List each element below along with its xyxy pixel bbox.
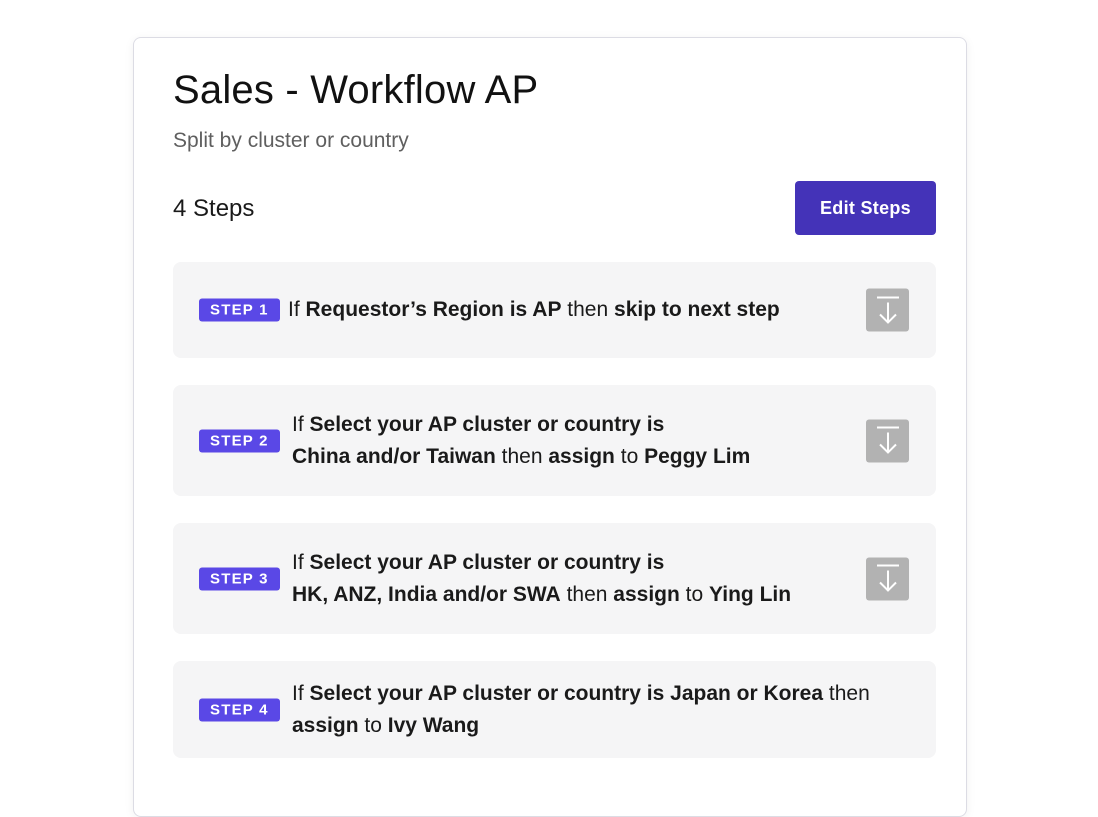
step-rule-text: If Select your AP cluster or country is … [292, 681, 870, 737]
step-badge: STEP 2 [199, 429, 280, 452]
page-subtitle: Split by cluster or country [173, 129, 409, 152]
workflow-step-4: STEP 4 If Select your AP cluster or coun… [173, 661, 936, 758]
workflow-step-2: STEP 2 If Select your AP cluster or coun… [173, 385, 936, 496]
step-rule-text: If Select your AP cluster or country is … [292, 550, 792, 606]
edit-steps-button[interactable]: Edit Steps [795, 181, 936, 235]
steps-count: 4 Steps [173, 195, 255, 222]
step-rule-text: If Requestor’s Region is AP then skip to… [288, 298, 780, 321]
move-down-icon[interactable] [866, 419, 909, 462]
move-down-icon[interactable] [866, 557, 909, 600]
workflow-card: Sales - Workflow AP Split by cluster or … [133, 37, 967, 817]
workflow-step-1: STEP 1 If Requestor’s Region is AP then … [173, 262, 936, 358]
step-badge: STEP 3 [199, 567, 280, 590]
step-badge: STEP 4 [199, 698, 280, 721]
move-down-icon[interactable] [866, 288, 909, 332]
step-rule-text: If Select your AP cluster or country is … [292, 412, 751, 468]
step-badge: STEP 1 [199, 298, 280, 322]
page-title: Sales - Workflow AP [173, 68, 539, 112]
workflow-step-3: STEP 3 If Select your AP cluster or coun… [173, 523, 936, 634]
